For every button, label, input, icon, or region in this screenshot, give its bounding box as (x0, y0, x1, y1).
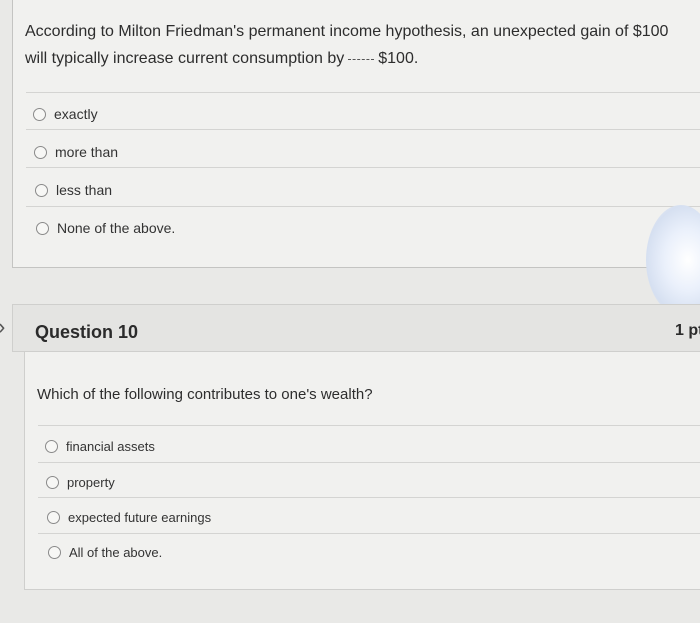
answer-option-expected-future-earnings[interactable]: expected future earnings (47, 510, 211, 525)
answer-label: financial assets (66, 439, 155, 454)
answer-option-less-than[interactable]: less than (35, 182, 112, 198)
answer-label: more than (55, 144, 119, 160)
divider (26, 167, 700, 168)
question-9-prompt-end: $100. (378, 50, 419, 67)
divider (38, 497, 700, 498)
question-10-header: Question 10 1 pt (12, 304, 700, 352)
divider (38, 533, 700, 534)
answer-option-exactly[interactable]: exactly (33, 106, 98, 122)
radio-button[interactable] (35, 183, 48, 197)
divider (26, 206, 700, 207)
question-10-prompt: Which of the following contributes to on… (37, 386, 373, 403)
answer-option-financial-assets[interactable]: financial assets (45, 439, 155, 454)
divider (38, 462, 700, 463)
answer-option-none-of-the-above[interactable]: None of the above. (36, 220, 175, 236)
answer-blank (348, 59, 375, 60)
answer-label: exactly (54, 106, 98, 122)
answer-label: expected future earnings (68, 510, 212, 525)
answer-label: None of the above. (57, 220, 176, 236)
question-10-card: Which of the following contributes to on… (24, 352, 700, 590)
radio-button[interactable] (48, 546, 61, 559)
answer-label: less than (56, 182, 113, 198)
question-9-card: According to Milton Friedman's permanent… (12, 0, 700, 268)
radio-button[interactable] (47, 511, 60, 524)
divider (38, 425, 700, 426)
answer-option-all-of-the-above[interactable]: All of the above. (48, 545, 162, 560)
divider (26, 129, 700, 130)
question-9-prompt-text: According to Milton Friedman's permanent… (25, 23, 669, 67)
divider (26, 92, 700, 93)
question-title: Question 10 (35, 322, 139, 342)
answer-option-more-than[interactable]: more than (34, 144, 118, 160)
question-9-prompt: According to Milton Friedman's permanent… (25, 18, 695, 72)
radio-button[interactable] (46, 476, 59, 489)
answer-label: All of the above. (69, 545, 163, 560)
chevron-right-icon[interactable]: › (0, 316, 5, 338)
question-points: 1 pt (675, 322, 700, 339)
radio-button[interactable] (45, 440, 58, 453)
answer-option-property[interactable]: property (46, 475, 115, 490)
answer-label: property (67, 475, 115, 490)
radio-button[interactable] (33, 107, 46, 121)
radio-button[interactable] (36, 221, 49, 235)
radio-button[interactable] (34, 145, 47, 159)
